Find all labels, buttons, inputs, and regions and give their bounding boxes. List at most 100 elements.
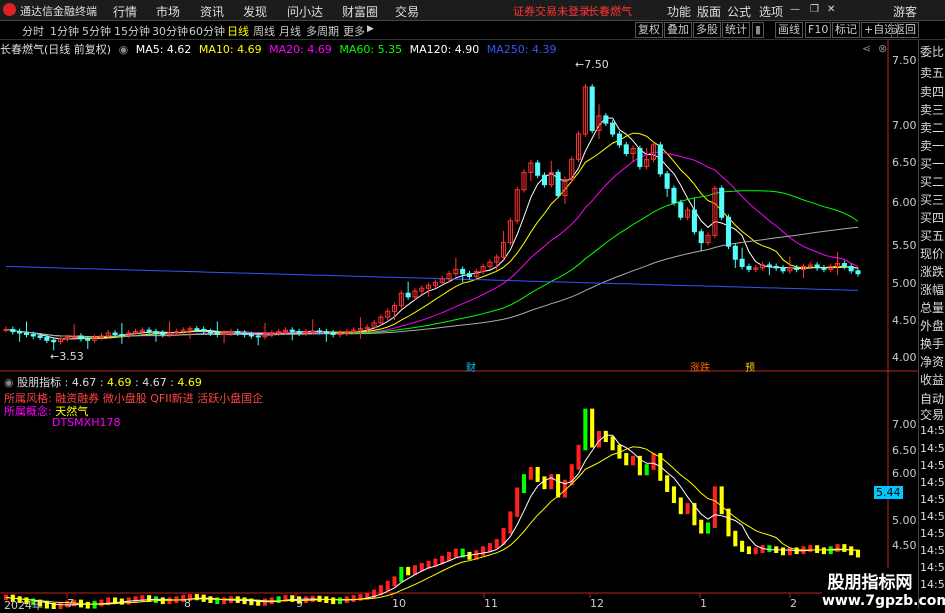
candle-body [650, 144, 657, 160]
menu-zixun[interactable]: 资讯 [200, 3, 224, 20]
tick-time: 14:56 [920, 424, 945, 437]
indicator-bar [487, 543, 492, 552]
period-30min[interactable]: 30分钟 [152, 23, 188, 39]
axis-label: 7.50 [892, 54, 917, 67]
period-monthly[interactable]: 月线 [279, 23, 301, 39]
event-cai[interactable]: 财 [466, 359, 476, 374]
indicator-bar [433, 558, 438, 567]
watermark-line2: www.7gpzb.com [822, 593, 945, 609]
btn-tongji[interactable]: 统计 [722, 22, 750, 38]
x-axis-label: 8 [184, 597, 191, 610]
indicator-bar [276, 596, 281, 603]
period-daily[interactable]: 日线 [227, 23, 249, 39]
period-15min[interactable]: 15分钟 [114, 23, 150, 39]
btn-fanhui[interactable]: 返回 [891, 22, 919, 38]
candle-body [814, 264, 820, 269]
menu-banmian[interactable]: 版面 [697, 3, 721, 20]
period-more[interactable]: 更多 [343, 23, 365, 39]
menu-shichang[interactable]: 市场 [156, 3, 180, 20]
indicator-bar [194, 594, 199, 601]
indicator-bar [344, 596, 349, 603]
app-name: 通达信金融终端 [20, 5, 97, 18]
menu-caifuquan[interactable]: 财富圈 [342, 3, 378, 20]
indicator-bar [160, 597, 165, 605]
indicator-line-slow [5, 446, 859, 605]
period-1min[interactable]: 1分钟 [50, 23, 79, 39]
close-icon[interactable]: ✕ [827, 4, 835, 15]
ma5-label: MA5: 4.62 [135, 43, 192, 56]
indicator-bar [726, 508, 731, 537]
minimize-icon[interactable]: — [790, 4, 800, 15]
indicator-dropdown-icon[interactable]: ◉ [4, 376, 14, 389]
menu-xuanxiang[interactable]: 选项 [759, 3, 783, 20]
indicator-bar [637, 455, 642, 476]
share-icon[interactable]: ⋖ [862, 42, 871, 55]
period-toolbar: 分时 1分钟 5分钟 15分钟 30分钟 60分钟 日线 周线 月线 多周期 更… [0, 21, 945, 40]
indicator-bar [521, 474, 527, 494]
kline-chart[interactable] [0, 0, 945, 609]
period-weekly[interactable]: 周线 [253, 23, 275, 39]
btn-f10[interactable]: F10 [805, 22, 832, 38]
indicator-bar [303, 596, 308, 603]
period-5min[interactable]: 5分钟 [82, 23, 111, 39]
candle-body [160, 332, 166, 335]
candle-body [310, 330, 316, 333]
period-60min[interactable]: 60分钟 [189, 23, 225, 39]
candle-body [514, 189, 520, 222]
candle-body [473, 271, 479, 278]
indicator-bar [617, 444, 622, 459]
btn-huaxian[interactable]: 画线 [775, 22, 803, 38]
candle-body [139, 329, 145, 333]
panel-close-icon[interactable]: ⊗ [878, 42, 887, 55]
guest-label[interactable]: 游客 [893, 3, 917, 20]
auto-trade-item[interactable]: 交易 [920, 408, 944, 422]
indicator-bar [753, 547, 758, 555]
candle-body [187, 328, 193, 331]
x-axis-label: 12 [590, 597, 604, 610]
candle-body [426, 284, 432, 289]
candle-body [235, 331, 241, 334]
btn-fuquan[interactable]: 复权 [635, 22, 663, 38]
period-fenshi[interactable]: 分时 [22, 23, 44, 39]
dropdown-icon[interactable]: ◉ [119, 43, 129, 56]
candle-body [528, 162, 534, 173]
drawing-toggle-icon[interactable]: ▮ [752, 22, 765, 38]
indicator-bar [324, 596, 329, 603]
indicator-bar [583, 408, 588, 451]
indicator-bar [699, 519, 704, 534]
auto-trade-item[interactable]: 自动 [920, 392, 944, 406]
btn-biaoji[interactable]: 标记 [832, 22, 860, 38]
indicator-bar [808, 545, 813, 552]
candle-body [705, 234, 711, 244]
candle-body [719, 187, 725, 218]
candle-body [507, 220, 513, 244]
indicator-bar [671, 486, 677, 504]
indicator-bar [740, 540, 745, 552]
indicator-bar [794, 547, 799, 555]
ma120-label: MA120: 4.90 [409, 43, 480, 56]
period-multi[interactable]: 多周期 [306, 23, 339, 39]
menu-gongshi[interactable]: 公式 [727, 3, 751, 20]
candle-body [753, 267, 759, 270]
panel-item: 净资 [920, 355, 945, 369]
ma5-line [5, 117, 859, 340]
menu-jiaoyi[interactable]: 交易 [395, 3, 419, 20]
candle-body [23, 332, 29, 335]
restore-icon[interactable]: ❐ [810, 4, 819, 15]
candle-body [71, 335, 77, 338]
indicator-bar [774, 546, 779, 554]
btn-duogu[interactable]: 多股 [693, 22, 721, 38]
btn-diejia[interactable]: 叠加 [664, 22, 692, 38]
menu-faxian[interactable]: 发现 [243, 3, 267, 20]
menu-gongneng[interactable]: 功能 [667, 3, 691, 20]
menu-hangqing[interactable]: 行情 [113, 3, 137, 20]
login-status[interactable]: 证券交易未登录 [513, 3, 590, 19]
menu-wenxiaoda[interactable]: 问小达 [287, 3, 323, 20]
indicator-bar [351, 595, 356, 602]
indicator-bar [167, 597, 172, 605]
indicator-bar [535, 466, 540, 482]
chevron-right-icon[interactable]: ▶ [367, 24, 374, 34]
event-zhangdie[interactable]: 涨跌 [690, 359, 710, 374]
event-yu[interactable]: 预 [745, 359, 755, 374]
indicator-bar [576, 444, 581, 470]
